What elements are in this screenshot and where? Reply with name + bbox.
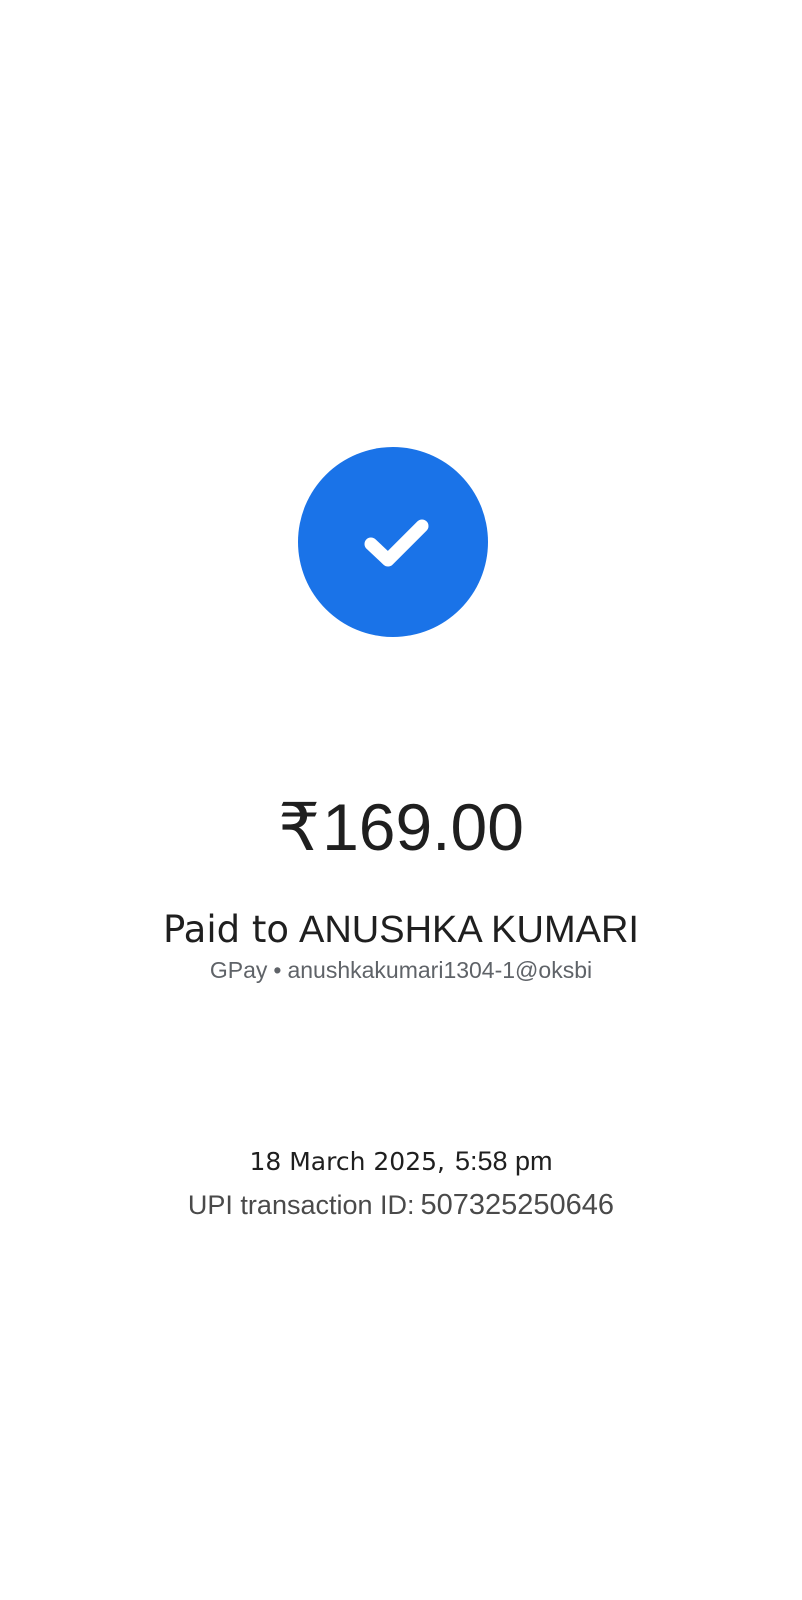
payee-line: Paid to ANUSHKA KUMARI	[0, 904, 802, 956]
transaction-time: 5:58 pm	[454, 1146, 553, 1176]
transaction-id-label: UPI transaction ID:	[187, 1190, 415, 1220]
amount-value: 169.00	[322, 790, 524, 864]
transaction-id-value[interactable]: 507325250646	[421, 1189, 615, 1221]
transaction-datetime: 18 March 2025, 5:58 pm	[0, 1142, 802, 1181]
transaction-id-line[interactable]: UPI transaction ID: 507325250646	[0, 1186, 802, 1224]
payee-name: ANUSHKA KUMARI	[299, 909, 639, 951]
payment-success-badge	[298, 447, 488, 637]
payee-upi-line: GPay • anushkakumari1304-1@oksbi	[0, 954, 802, 986]
app-name: GPay	[209, 957, 268, 983]
separator-dot: •	[273, 957, 282, 983]
payment-amount: ₹169.00	[0, 782, 802, 872]
transaction-date: 18 March 2025,	[249, 1147, 445, 1176]
payee-upi-id: anushkakumari1304-1@oksbi	[287, 957, 593, 983]
currency-symbol: ₹	[278, 790, 321, 864]
check-icon	[353, 502, 433, 582]
paid-to-label: Paid to	[163, 908, 290, 951]
